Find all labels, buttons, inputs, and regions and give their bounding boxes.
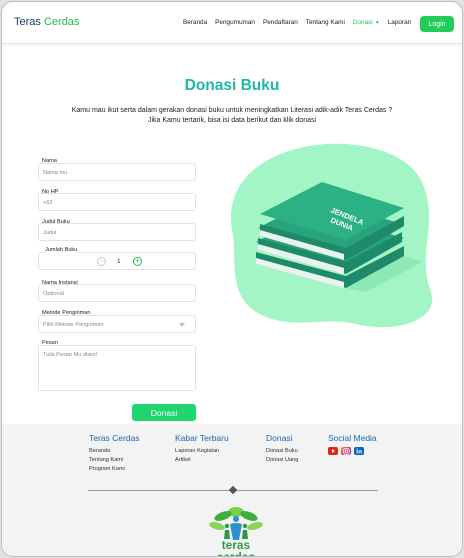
footer-link-donasi-buku[interactable]: Donasi Buku bbox=[266, 447, 298, 456]
brand-name-main: Teras bbox=[14, 16, 41, 28]
footer-link-beranda[interactable]: Beranda bbox=[89, 447, 140, 456]
instagram-icon[interactable] bbox=[341, 447, 351, 455]
linkedin-icon[interactable] bbox=[354, 447, 364, 455]
page-title: Donasi Buku bbox=[184, 77, 280, 94]
nav-links: Beranda Pengumuman Pendaftaran Tentang K… bbox=[183, 19, 419, 26]
youtube-icon[interactable] bbox=[328, 447, 338, 455]
footer-col-title: Kabar Terbaru bbox=[175, 433, 229, 443]
chevron-down-icon bbox=[179, 323, 185, 327]
metode-select[interactable]: Pilih Metode Pengiriman bbox=[38, 315, 196, 333]
judul-input[interactable]: Judul bbox=[38, 223, 196, 241]
top-navbar: Teras Cerdas Beranda Pengumuman Pendafta… bbox=[2, 2, 462, 44]
minus-icon[interactable]: − bbox=[97, 257, 106, 266]
pesan-textarea[interactable]: Tulis Pesan Mu disini! bbox=[38, 345, 196, 391]
page-frame: Teras Cerdas Beranda Pengumuman Pendafta… bbox=[1, 1, 463, 557]
book-stack-illustration: JENDELA DUNIA bbox=[230, 143, 433, 328]
nav-link-pendaftaran[interactable]: Pendaftaran bbox=[263, 19, 298, 26]
tree-people-icon bbox=[209, 507, 263, 540]
footer-link-donasi-uang[interactable]: Donasi Uang bbox=[266, 456, 298, 465]
intro-text: Kamu mau ikut serta dalam gerakan donasi… bbox=[2, 106, 462, 126]
footer-col-social-media: Social Media bbox=[328, 433, 377, 455]
footer-col-title: Teras Cerdas bbox=[89, 433, 140, 443]
footer-link-tentang-kami[interactable]: Tentang Kami bbox=[89, 456, 140, 465]
hp-input[interactable]: +62 bbox=[38, 193, 196, 211]
footer-link-artikel[interactable]: Artikel bbox=[175, 456, 229, 465]
footer-col-donasi: Donasi Donasi Buku Donasi Uang bbox=[266, 433, 298, 465]
footer-col-title: Donasi bbox=[266, 433, 293, 443]
intro-line-1: Kamu mau ikut serta dalam gerakan donasi… bbox=[71, 107, 393, 114]
footer-col-teras-cerdas: Teras Cerdas Beranda Tentang Kami Progra… bbox=[89, 433, 140, 474]
logo-text: teras cerdas bbox=[217, 540, 255, 556]
quantity-stepper: Jumlah Buku − 1 + bbox=[38, 247, 196, 270]
nav-link-tentang-kami[interactable]: Tentang Kami bbox=[306, 19, 345, 26]
divider-diamond-icon bbox=[228, 485, 238, 495]
nav-link-laporan[interactable]: Laporan bbox=[388, 19, 411, 26]
nav-link-donasi[interactable]: Donasi ▼ bbox=[353, 19, 380, 26]
footer-link-laporan-kegiatan[interactable]: Laporan Kegiatan bbox=[175, 447, 229, 456]
metode-select-value: Pilih Metode Pengiriman bbox=[43, 322, 104, 328]
intro-line-2: Jika Kamu tertarik, bisa isi data beriku… bbox=[147, 117, 317, 124]
nav-link-pengumuman[interactable]: Pengumuman bbox=[215, 19, 255, 26]
footer-link-program-kami[interactable]: Program Kami bbox=[89, 465, 140, 474]
nav-link-beranda[interactable]: Beranda bbox=[183, 19, 207, 26]
nama-input[interactable]: Nama mu bbox=[38, 163, 196, 181]
plus-icon[interactable]: + bbox=[133, 257, 142, 266]
footer: Teras Cerdas Beranda Tentang Kami Progra… bbox=[2, 424, 462, 556]
chevron-down-icon: ▼ bbox=[374, 20, 380, 26]
login-button[interactable]: Login bbox=[420, 16, 454, 32]
instansi-input[interactable]: Optional bbox=[38, 284, 196, 302]
brand-logo[interactable]: Teras Cerdas bbox=[14, 16, 79, 28]
teras-cerdas-logo: teras cerdas bbox=[201, 502, 271, 556]
nav-link-donasi-label: Donasi bbox=[352, 19, 373, 26]
donasi-submit-button[interactable]: Donasi bbox=[132, 404, 196, 421]
brand-name-accent: Cerdas bbox=[43, 16, 80, 28]
quantity-value: 1 bbox=[117, 258, 121, 265]
jumlah-label: Jumlah Buku bbox=[44, 247, 79, 253]
social-icons bbox=[328, 447, 377, 455]
footer-col-kabar-terbaru: Kabar Terbaru Laporan Kegiatan Artikel bbox=[175, 433, 229, 465]
footer-col-title: Social Media bbox=[328, 433, 377, 443]
